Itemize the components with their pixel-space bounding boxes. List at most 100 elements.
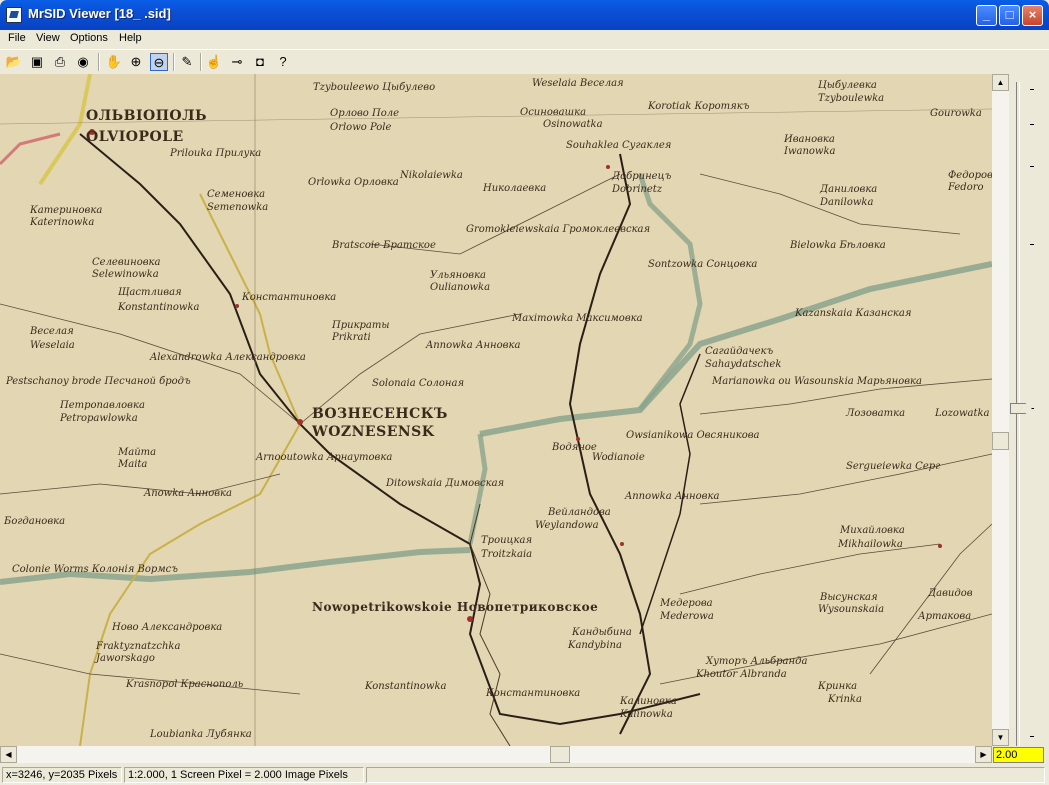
map-label: Федоров	[948, 170, 992, 181]
toolbar-separator	[200, 53, 202, 71]
map-label: ВОЗНЕСЕНСКЪ	[312, 406, 448, 422]
menu-options[interactable]: Options	[70, 32, 108, 44]
scroll-down-arrow-icon[interactable]: ▼	[992, 729, 1009, 746]
pointer-hand-icon[interactable]: ☝	[205, 53, 223, 71]
map-label: Сагайдачекъ	[705, 346, 774, 357]
map-label: Konstantinowka	[118, 302, 200, 313]
title-bar[interactable]: MrSID Viewer [18_ .sid] _ □ ×	[0, 0, 1049, 30]
map-label: Майта	[118, 447, 157, 458]
map-label: Loubianka Лубянка	[150, 729, 252, 740]
map-label: Korotiak Коротякъ	[648, 101, 750, 112]
map-label: Ново Александровка	[112, 622, 223, 633]
map-label: Fraktyznatzchka	[96, 641, 181, 652]
zoom-tick	[1030, 89, 1034, 90]
globe-icon[interactable]: ◉	[74, 53, 92, 71]
map-label: Troitzkaia	[481, 549, 533, 560]
map-label: Даниловка	[820, 184, 878, 195]
print-icon[interactable]: ⎙	[51, 53, 69, 71]
map-label: Lozowatka	[935, 408, 990, 419]
minimize-button[interactable]: _	[976, 5, 997, 26]
map-label: Owsianikowa Овсяникова	[626, 430, 760, 441]
map-label: Прикраты	[332, 320, 390, 331]
map-label: Khoutor Albranda	[696, 669, 787, 680]
vertical-scroll-thumb[interactable]	[992, 432, 1009, 450]
map-label: Weylandowa	[535, 520, 599, 531]
zoom-tick	[1030, 124, 1034, 125]
map-label: Tzyboulewka	[818, 93, 885, 104]
menu-view[interactable]: View	[36, 32, 60, 44]
map-label: Водяное	[552, 442, 597, 453]
map-label: Annowka Анновка	[426, 340, 521, 351]
measure-icon[interactable]: ⊸	[228, 53, 246, 71]
map-label: Kazanskaia Казанская	[795, 308, 912, 319]
map-label: Bielowka Бѣловка	[790, 240, 886, 251]
map-label: Maximowka Максимовка	[512, 313, 643, 324]
toolbar-separator	[173, 53, 175, 71]
map-label: Калиновка	[620, 696, 677, 707]
minimize-icon: _	[982, 7, 991, 22]
map-label: Mikhailowka	[838, 539, 903, 550]
menu-help[interactable]: Help	[119, 32, 142, 44]
map-label: Вейландова	[548, 507, 611, 518]
snapshot-icon[interactable]: ◘	[251, 53, 269, 71]
map-label: Semenowka	[207, 202, 269, 213]
map-label: Артакова	[918, 611, 972, 622]
horizontal-scrollbar[interactable]: ◀ ▶	[0, 746, 992, 763]
zoom-level-field[interactable]: 2.00	[993, 747, 1044, 763]
map-label: WOZNESENSK	[312, 424, 435, 440]
map-label: Iwanowka	[784, 146, 836, 157]
map-label: Tzybouleewo Цыбулево	[313, 82, 436, 93]
status-coordinates: x=3246, y=2035 Pixels	[2, 767, 122, 783]
open-folder-icon[interactable]: 📂	[5, 53, 23, 71]
map-label: Bratscoie Братское	[332, 240, 436, 251]
scroll-up-arrow-icon[interactable]: ▲	[992, 74, 1009, 91]
map-label: Константиновка	[486, 688, 581, 699]
map-label: Веселая	[30, 326, 74, 337]
map-label: Кринка	[818, 681, 858, 692]
menu-file[interactable]: File	[8, 32, 26, 44]
map-label: Kalinowka	[620, 709, 673, 720]
close-button[interactable]: ×	[1022, 5, 1043, 26]
map-label: Ditowskaia Димовская	[386, 478, 505, 489]
status-empty-pane	[366, 767, 1045, 783]
scroll-left-arrow-icon[interactable]: ◀	[0, 746, 17, 763]
scroll-right-arrow-icon[interactable]: ▶	[975, 746, 992, 763]
map-label: Orlowka Орловка	[308, 177, 399, 188]
help-icon[interactable]: ?	[274, 53, 292, 71]
toolbar-separator	[98, 53, 100, 71]
map-label: Nikolaiewka	[400, 170, 463, 181]
map-label: Троицкая	[481, 535, 533, 546]
window-title: MrSID Viewer [18_ .sid]	[28, 6, 171, 21]
zoom-in-icon[interactable]: ⊕	[127, 53, 145, 71]
map-label: Богдановка	[4, 516, 66, 527]
map-label: Selewinowka	[92, 269, 159, 280]
map-label: Annowka Анновка	[625, 491, 720, 502]
export-icon[interactable]: ▣	[28, 53, 46, 71]
map-label: Sahaydatschek	[705, 359, 782, 370]
map-label: Петропавловка	[60, 400, 145, 411]
map-label: ОЛЬВІОПОЛЬ	[86, 108, 208, 124]
zoom-slider-track[interactable]	[1016, 82, 1020, 746]
map-label: Wysounskaia	[818, 604, 885, 615]
mrsid-app-icon[interactable]	[6, 7, 22, 23]
maximize-button[interactable]: □	[999, 5, 1020, 26]
map-label: Семеновка	[207, 189, 266, 200]
horizontal-scroll-thumb[interactable]	[550, 746, 570, 763]
map-label: Orlowo Pole	[330, 122, 392, 133]
map-label: Михайловка	[840, 525, 905, 536]
map-label: Кандыбина	[572, 627, 632, 638]
status-bar: x=3246, y=2035 Pixels 1:2.000, 1 Screen …	[0, 764, 1049, 785]
map-label: Petropawlowka	[60, 413, 138, 424]
maximize-icon: □	[1005, 7, 1014, 22]
toolbar: 📂 ▣ ⎙ ◉ ✋ ⊕ ⊖ ✎ ☝ ⊸ ◘ ?	[0, 49, 1049, 75]
pencil-icon[interactable]: ✎	[178, 53, 196, 71]
map-image-view[interactable]: ОЛЬВІОПОЛЬ OLVIOPOLE Prilouka Прилука Се…	[0, 74, 992, 746]
pan-hand-icon[interactable]: ✋	[105, 53, 123, 71]
map-label: Селевиновка	[92, 257, 161, 268]
map-label: Konstantinowka	[365, 681, 447, 692]
vertical-scrollbar[interactable]: ▲ ▼	[992, 74, 1009, 746]
zoom-out-icon[interactable]: ⊖	[150, 53, 168, 71]
map-label: Marianowka ou Wasounskia Марьяновка	[712, 376, 922, 387]
map-label: Fedorо	[948, 182, 984, 193]
zoom-tick	[1030, 736, 1034, 737]
